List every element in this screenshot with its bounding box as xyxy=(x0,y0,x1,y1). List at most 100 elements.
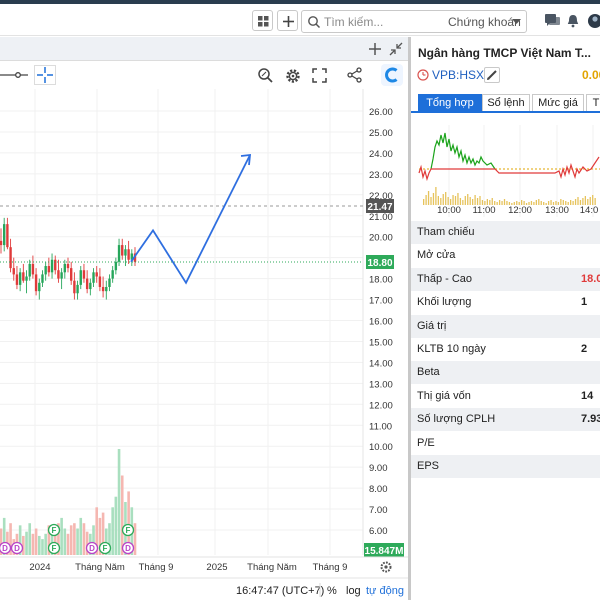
volume-bar xyxy=(44,533,47,555)
event-marker[interactable]: F xyxy=(98,541,112,555)
intraday-volume-bar xyxy=(574,199,577,205)
intraday-volume-bar xyxy=(432,193,435,205)
tab-more[interactable]: T xyxy=(586,94,600,112)
add-button[interactable] xyxy=(277,10,298,31)
event-marker[interactable]: F xyxy=(47,523,61,537)
stats-row: Thấp - Cao 18.0 xyxy=(411,267,600,291)
horizontal-ray-tool-icon[interactable] xyxy=(0,67,30,83)
add-chart-icon[interactable] xyxy=(368,42,382,56)
fullscreen-icon[interactable] xyxy=(312,68,327,83)
stats-row: Khối lượng 1 xyxy=(411,291,600,314)
log-scale-toggle[interactable]: log xyxy=(346,585,361,597)
intraday-volume-bar xyxy=(425,195,427,205)
volume-bar xyxy=(76,528,79,555)
stats-label: P/E xyxy=(417,436,435,449)
candle-body xyxy=(63,263,67,273)
tab-summary[interactable]: Tổng hợp xyxy=(418,94,482,112)
percent-scale-toggle[interactable]: % xyxy=(327,585,337,597)
volume-bar xyxy=(25,531,28,555)
intraday-volume-bar xyxy=(467,194,469,205)
share-icon[interactable] xyxy=(347,67,363,83)
candle-body xyxy=(89,282,92,290)
stats-label: EPS xyxy=(417,460,440,472)
event-marker[interactable]: F xyxy=(121,523,135,537)
intraday-volume-bar xyxy=(592,195,594,205)
price-tick-label: 26.00 xyxy=(369,107,393,118)
event-marker[interactable]: D xyxy=(0,541,12,555)
intraday-mini-chart[interactable]: 10:00 11:00 12:00 13:00 14:0 xyxy=(411,117,600,217)
intraday-volume-bar xyxy=(469,197,471,205)
candle-body xyxy=(121,245,124,256)
event-marker[interactable]: D xyxy=(121,541,135,555)
intraday-volume-bar xyxy=(457,193,459,205)
candle-body xyxy=(28,263,31,277)
candle-body xyxy=(98,276,102,287)
stats-value: 7.93 xyxy=(581,413,600,426)
volume-bar xyxy=(79,517,83,555)
price-tick-label: 12.00 xyxy=(369,400,393,411)
search-scope-select[interactable]: Chứng khoán xyxy=(448,15,521,29)
candle-body xyxy=(57,270,60,279)
time-display: 16:47:47 (UTC+7) xyxy=(236,585,324,597)
chevron-down-icon xyxy=(512,19,521,24)
tab-order-book[interactable]: Sổ lệnh xyxy=(482,94,530,112)
crosshair-tool-icon[interactable] xyxy=(34,65,56,85)
intraday-volume-bar xyxy=(454,196,457,205)
intraday-time-label: 10:00 xyxy=(437,205,461,216)
stats-label: KLTB 10 ngày xyxy=(417,343,486,355)
candle-body xyxy=(114,261,118,271)
volume-bar xyxy=(31,533,35,555)
intraday-volume-bar xyxy=(535,200,537,205)
candle-body xyxy=(2,224,6,246)
search-box[interactable]: Tìm kiếm... Chứng khoán xyxy=(301,10,527,33)
zoom-icon[interactable] xyxy=(257,67,275,85)
time-tick-label: 2025 xyxy=(206,562,227,573)
stats-row: Tham chiếu xyxy=(411,221,600,244)
price-tick-label: 25.00 xyxy=(369,128,393,139)
intraday-volume-bar xyxy=(540,201,542,205)
volume-bar xyxy=(120,475,124,555)
clock-icon xyxy=(417,69,429,81)
stats-row: Giá trị xyxy=(411,314,600,338)
edit-symbol-button[interactable] xyxy=(484,67,500,83)
bell-icon[interactable] xyxy=(567,14,579,28)
collapse-icon[interactable] xyxy=(389,42,403,56)
price-chart[interactable]: 26.0025.0024.0023.0022.0021.0020.0019.00… xyxy=(0,89,408,600)
layout-grid-button[interactable] xyxy=(252,10,273,31)
candle-body xyxy=(76,284,79,294)
candle-body xyxy=(34,274,38,292)
avatar[interactable] xyxy=(587,13,600,29)
tab-price-levels[interactable]: Mức giá xyxy=(532,94,584,112)
candle-body xyxy=(73,280,76,294)
stats-row: EPS xyxy=(411,455,600,478)
intraday-volume-bar xyxy=(570,200,572,205)
event-marker[interactable]: D xyxy=(85,541,99,555)
intraday-volume-bar xyxy=(594,198,596,205)
chart-pane: 26.0025.0024.0023.0022.0021.0020.0019.00… xyxy=(0,37,408,600)
event-marker-label: D xyxy=(2,544,8,553)
volume-bar xyxy=(69,525,73,555)
event-marker[interactable]: F xyxy=(47,541,61,555)
ticker-symbol[interactable]: VPB:HSX xyxy=(432,68,484,82)
volume-bar xyxy=(28,523,32,555)
intraday-time-label: 14:0 xyxy=(580,205,599,216)
intraday-volume-bar xyxy=(584,196,586,205)
search-input[interactable]: Tìm kiếm... xyxy=(324,15,383,29)
price-tick-label: 6.00 xyxy=(369,526,388,537)
chat-icon[interactable] xyxy=(545,14,560,28)
volume-bar xyxy=(60,517,63,555)
brand-logo-icon[interactable] xyxy=(381,64,403,86)
volume-bar xyxy=(82,523,86,555)
time-tick-label: Tháng Năm xyxy=(247,562,297,573)
candle-body xyxy=(54,259,57,271)
stats-label: Giá trị xyxy=(417,319,447,332)
price-tick-label: 13.00 xyxy=(369,379,393,390)
auto-scale-toggle[interactable]: tự động xyxy=(366,585,404,597)
event-marker[interactable]: D xyxy=(10,541,24,555)
stats-value: 2 xyxy=(581,343,588,355)
price-tick-label: 23.00 xyxy=(369,170,393,181)
gear-icon[interactable] xyxy=(284,67,302,85)
time-tick-label: Tháng 9 xyxy=(139,562,174,573)
intraday-volume-bar xyxy=(435,187,437,205)
event-marker-label: D xyxy=(14,544,20,553)
